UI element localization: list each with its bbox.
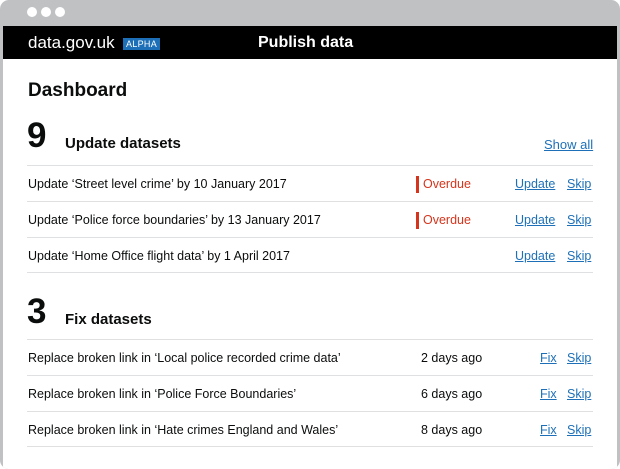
update-link[interactable]: Update xyxy=(515,177,555,192)
update-count: 9 xyxy=(27,116,47,155)
task-text: Update ‘Home Office flight data’ by 1 Ap… xyxy=(28,249,290,263)
browser-window: data.gov.uk ALPHA Publish data Dashboard… xyxy=(0,0,620,469)
age-label: 6 days ago xyxy=(421,387,483,401)
status-badge: Overdue xyxy=(416,176,471,193)
fix-link[interactable]: Fix xyxy=(540,351,557,366)
list-item: Update ‘Police force boundaries’ by 13 J… xyxy=(27,201,593,237)
task-text: Replace broken link in ‘Hate crimes Engl… xyxy=(28,423,339,437)
window-dot-icon[interactable] xyxy=(41,7,51,17)
status-badge: Overdue xyxy=(416,212,471,229)
task-text: Replace broken link in ‘Police Force Bou… xyxy=(28,387,297,401)
service-name[interactable]: Publish data xyxy=(258,33,353,52)
update-link[interactable]: Update xyxy=(515,213,555,228)
list-item: Update ‘Home Office flight data’ by 1 Ap… xyxy=(27,237,593,273)
skip-link[interactable]: Skip xyxy=(567,351,591,366)
skip-link[interactable]: Skip xyxy=(567,177,591,192)
fix-link[interactable]: Fix xyxy=(540,423,557,438)
page-title: Dashboard xyxy=(28,80,128,101)
window-dot-icon[interactable] xyxy=(55,7,65,17)
list-item: Update ‘Street level crime’ by 10 Januar… xyxy=(27,165,593,201)
skip-link[interactable]: Skip xyxy=(567,249,591,264)
phase-tag: ALPHA xyxy=(123,38,161,50)
update-section-title: Update datasets xyxy=(65,135,181,152)
age-label: 8 days ago xyxy=(421,423,483,437)
list-item: Replace broken link in ‘Local police rec… xyxy=(27,339,593,375)
skip-link[interactable]: Skip xyxy=(567,213,591,228)
task-text: Update ‘Street level crime’ by 10 Januar… xyxy=(28,177,287,191)
task-text: Replace broken link in ‘Local police rec… xyxy=(28,351,341,365)
age-label: 2 days ago xyxy=(421,351,483,365)
skip-link[interactable]: Skip xyxy=(567,423,591,438)
show-all-link[interactable]: Show all xyxy=(544,137,593,153)
page-content: data.gov.uk ALPHA Publish data Dashboard… xyxy=(3,26,617,469)
fix-link[interactable]: Fix xyxy=(540,387,557,402)
fix-count: 3 xyxy=(27,292,47,331)
site-header: data.gov.uk ALPHA Publish data xyxy=(3,26,617,59)
window-titlebar xyxy=(0,0,620,26)
list-item: Replace broken link in ‘Hate crimes Engl… xyxy=(27,411,593,447)
task-text: Update ‘Police force boundaries’ by 13 J… xyxy=(28,213,321,227)
fix-section-title: Fix datasets xyxy=(65,311,152,328)
list-item: Replace broken link in ‘Police Force Bou… xyxy=(27,375,593,411)
site-logo[interactable]: data.gov.uk xyxy=(28,33,115,52)
window-dot-icon[interactable] xyxy=(27,7,37,17)
skip-link[interactable]: Skip xyxy=(567,387,591,402)
update-link[interactable]: Update xyxy=(515,249,555,264)
